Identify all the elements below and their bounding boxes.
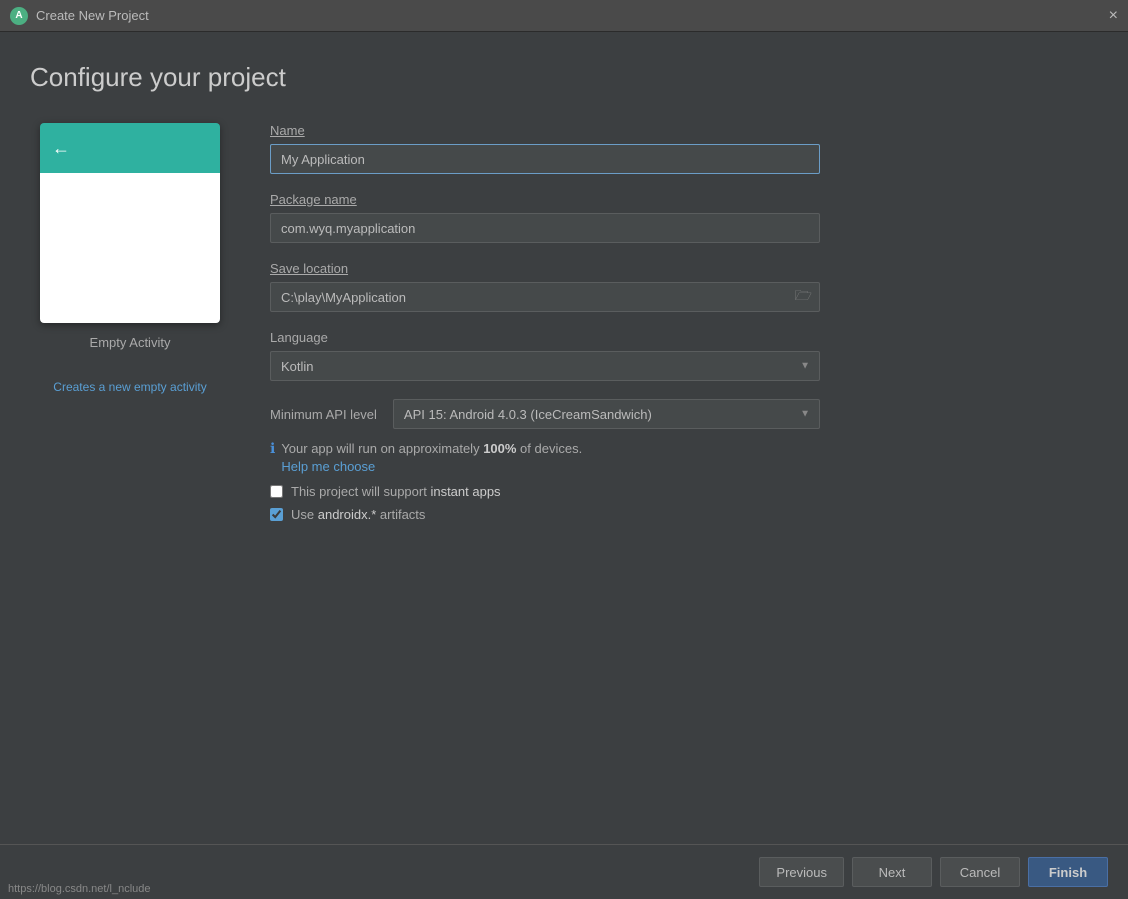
finish-button[interactable]: Finish	[1028, 857, 1108, 887]
preview-card-body	[40, 173, 220, 323]
back-arrow-icon: ←	[52, 138, 70, 159]
instant-apps-checkbox[interactable]	[270, 485, 283, 498]
api-level-select[interactable]: API 15: Android 4.0.3 (IceCreamSandwich)…	[393, 399, 820, 429]
save-location-group: Save location 🗁	[270, 261, 820, 312]
title-bar: A Create New Project ×	[0, 0, 1128, 32]
info-text: Your app will run on approximately 100% …	[281, 441, 582, 456]
page-title: Configure your project	[30, 62, 1128, 93]
activity-label: Empty Activity	[90, 335, 171, 350]
name-label: Name	[270, 123, 820, 138]
cancel-button[interactable]: Cancel	[940, 857, 1020, 887]
save-location-label: Save location	[270, 261, 820, 276]
package-name-group: Package name	[270, 192, 820, 243]
androidx-label: Use androidx.* artifacts	[291, 507, 425, 522]
title-bar-text: Create New Project	[36, 8, 149, 23]
info-icon: ℹ	[270, 440, 275, 457]
form-panel: Name Package name Save location 🗁	[270, 123, 850, 899]
api-select-wrapper: API 15: Android 4.0.3 (IceCreamSandwich)…	[393, 399, 820, 429]
preview-card-header: ←	[40, 123, 220, 173]
bottom-bar: https://blog.csdn.net/l_nclude Previous …	[0, 844, 1128, 899]
close-button[interactable]: ×	[1109, 8, 1118, 24]
folder-icon[interactable]: 🗁	[795, 285, 812, 309]
main-content: Configure your project ← Empty Activity …	[0, 32, 1128, 899]
app-icon: A	[10, 7, 28, 25]
api-level-label: Minimum API level	[270, 407, 377, 422]
language-label: Language	[270, 330, 820, 345]
content-area: ← Empty Activity Creates a new empty act…	[30, 123, 1128, 899]
name-input[interactable]	[270, 144, 820, 174]
instant-apps-label: This project will support instant apps	[291, 484, 501, 499]
language-select[interactable]: Kotlin Java	[270, 351, 820, 381]
package-name-label: Package name	[270, 192, 820, 207]
save-location-input-wrapper: 🗁	[270, 282, 820, 312]
next-button[interactable]: Next	[852, 857, 932, 887]
description-label[interactable]: Creates a new empty activity	[53, 380, 206, 394]
name-group: Name	[270, 123, 820, 174]
api-level-row: Minimum API level API 15: Android 4.0.3 …	[270, 399, 820, 429]
info-row: ℹ Your app will run on approximately 100…	[270, 439, 820, 474]
info-content: Your app will run on approximately 100% …	[281, 439, 582, 474]
url-bar: https://blog.csdn.net/l_nclude	[0, 879, 158, 899]
androidx-checkbox[interactable]	[270, 508, 283, 521]
language-select-wrapper: Kotlin Java	[270, 351, 820, 381]
save-location-input[interactable]	[270, 282, 820, 312]
left-panel: ← Empty Activity Creates a new empty act…	[30, 123, 230, 899]
preview-card: ←	[40, 123, 220, 323]
instant-apps-row: This project will support instant apps	[270, 484, 820, 499]
androidx-row: Use androidx.* artifacts	[270, 507, 820, 522]
help-link[interactable]: Help me choose	[281, 459, 582, 474]
package-name-input[interactable]	[270, 213, 820, 243]
language-group: Language Kotlin Java	[270, 330, 820, 381]
previous-button[interactable]: Previous	[759, 857, 844, 887]
